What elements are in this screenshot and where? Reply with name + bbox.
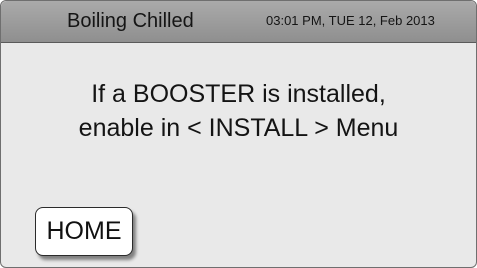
info-message: If a BOOSTER is installed, enable in < I… [1, 77, 476, 145]
home-button[interactable]: HOME [35, 207, 133, 256]
datetime-display: 03:01 PM, TUE 12, Feb 2013 [266, 13, 435, 28]
device-screen: Boiling Chilled 03:01 PM, TUE 12, Feb 20… [0, 0, 477, 268]
message-line-2: enable in < INSTALL > Menu [78, 114, 399, 142]
mode-title: Boiling Chilled [67, 10, 194, 32]
message-line-1: If a BOOSTER is installed, [91, 80, 386, 108]
status-header: Boiling Chilled 03:01 PM, TUE 12, Feb 20… [1, 1, 476, 43]
